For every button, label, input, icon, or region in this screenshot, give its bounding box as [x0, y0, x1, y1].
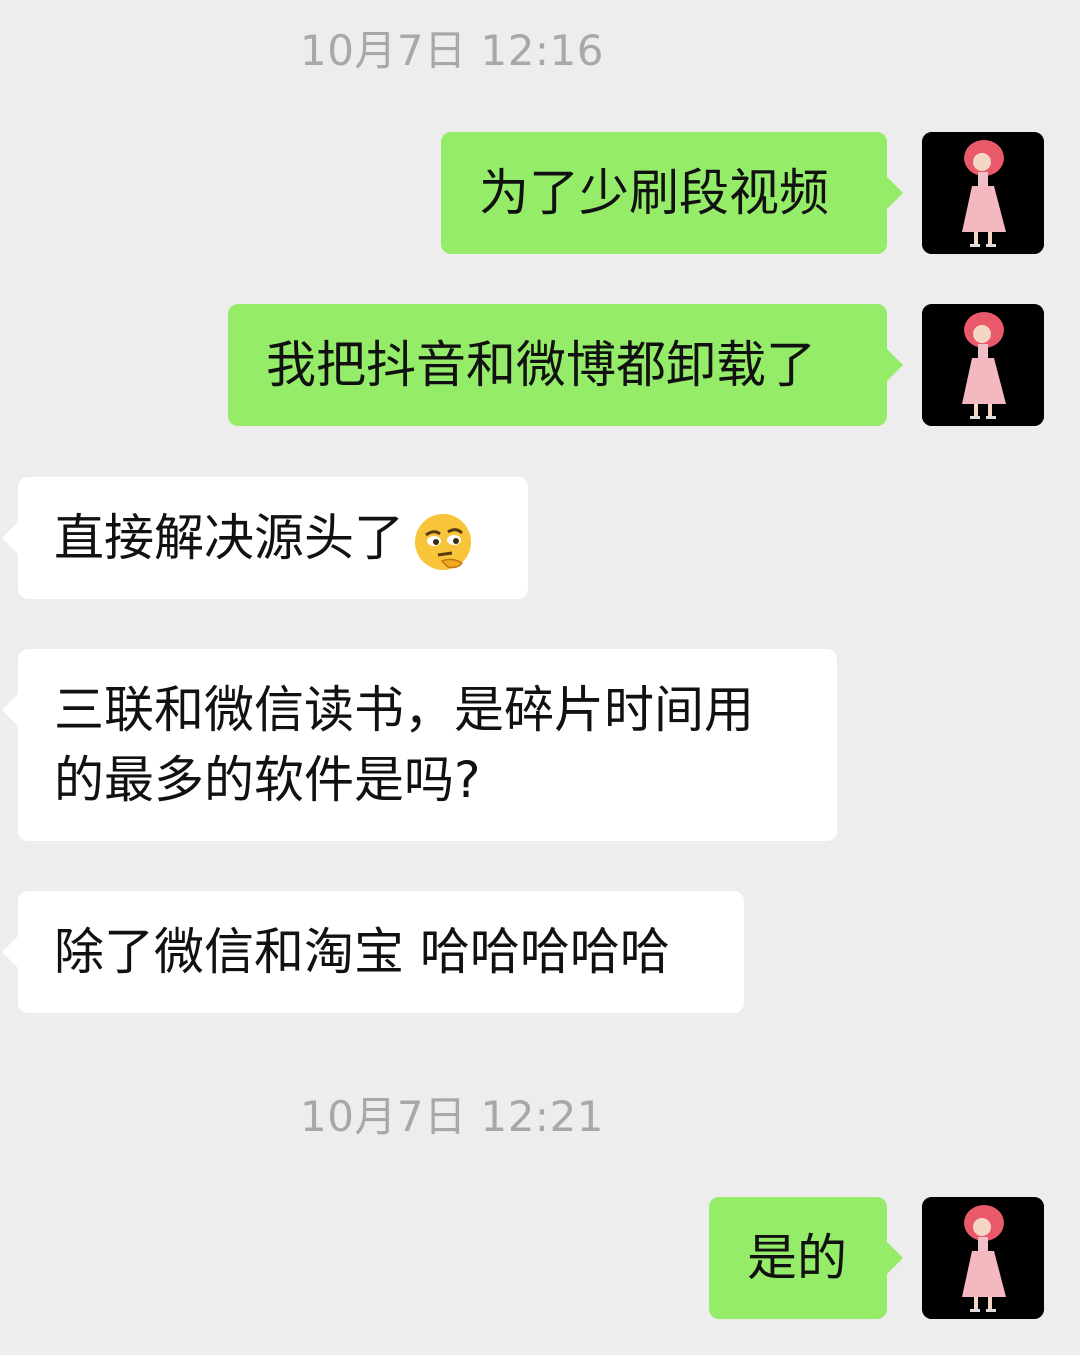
- chat-window: 10月7日 12:16 为了少刷段视频 我把抖音和微博都卸载了 直接解决源头了 …: [0, 0, 1080, 1355]
- message-text: 直接解决源头了: [54, 509, 404, 567]
- message-text: 为了少刷段视频: [479, 164, 829, 222]
- timestamp: 10月7日 12:21: [299, 1092, 605, 1141]
- message-bubble-sent[interactable]: 是的: [709, 1197, 903, 1319]
- avatar-girl-pink-hair-icon: [922, 1197, 1044, 1319]
- message-text-line: 三联和微信读书，是碎片时间用: [54, 681, 754, 739]
- avatar[interactable]: [922, 1197, 1044, 1319]
- timestamp: 10月7日 12:16: [299, 26, 605, 75]
- message-bubble-received[interactable]: 三联和微信读书，是碎片时间用 的最多的软件是吗?: [2, 649, 837, 841]
- avatar[interactable]: [922, 132, 1044, 254]
- message-text: 是的: [747, 1229, 847, 1287]
- message-bubble-sent[interactable]: 我把抖音和微博都卸载了: [228, 304, 903, 426]
- message-text: 除了微信和淘宝 哈哈哈哈哈: [54, 923, 670, 981]
- avatar-girl-pink-hair-icon: [922, 132, 1044, 254]
- message-bubble-received[interactable]: 直接解决源头了: [2, 477, 528, 599]
- message-text-line: 的最多的软件是吗?: [54, 751, 481, 809]
- avatar-girl-pink-hair-icon: [922, 304, 1044, 426]
- message-bubble-sent[interactable]: 为了少刷段视频: [441, 132, 903, 254]
- thinking-face-emoji: [415, 513, 471, 570]
- message-text: 我把抖音和微博都卸载了: [266, 336, 816, 394]
- message-bubble-received[interactable]: 除了微信和淘宝 哈哈哈哈哈: [2, 891, 744, 1013]
- avatar[interactable]: [922, 304, 1044, 426]
